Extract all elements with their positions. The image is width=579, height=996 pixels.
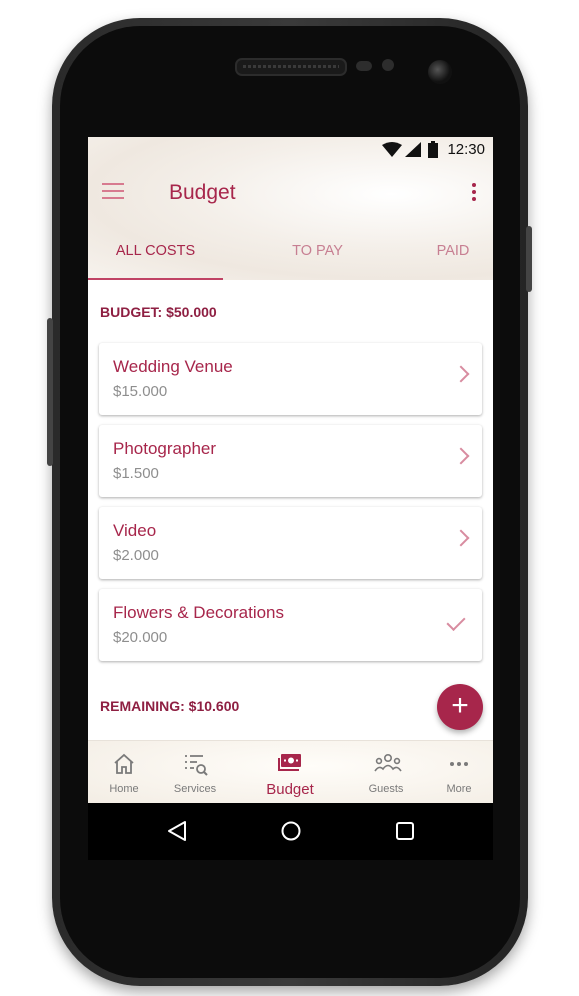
more-horiz-icon (450, 762, 468, 766)
chevron-right-icon (452, 447, 470, 465)
home-circle-icon[interactable] (280, 820, 302, 842)
power-button (526, 226, 532, 292)
volume-button (47, 318, 53, 466)
proximity-sensor (356, 61, 372, 71)
add-cost-button[interactable]: + (437, 684, 483, 730)
nav-guests[interactable]: Guests (350, 741, 422, 804)
item-name: Photographer (113, 439, 217, 458)
light-sensor (382, 59, 394, 71)
nav-services[interactable]: Services (159, 741, 231, 804)
tab-to-pay[interactable]: TO PAY (250, 227, 385, 280)
earpiece-speaker (235, 58, 347, 76)
budget-money-icon (278, 754, 301, 771)
nav-budget-label: Budget (266, 781, 314, 798)
nav-more[interactable]: More (423, 741, 493, 804)
recents-square-icon[interactable] (394, 820, 416, 842)
list-item[interactable]: Video $2.000 (99, 507, 482, 579)
check-icon (446, 611, 466, 632)
list-item[interactable]: Flowers & Decorations $20.000 (99, 589, 482, 661)
nav-services-label: Services (173, 783, 217, 795)
budget-list: BUDGET: $50.000 Wedding Venue $15.000 Ph… (88, 280, 493, 740)
item-name: Video (113, 521, 157, 540)
item-amount: $20.000 (113, 629, 168, 646)
nav-guests-label: Guests (368, 783, 404, 795)
screen: 12:30 Budget ALL COSTS TO PAY PAID BUDGE… (88, 137, 493, 860)
chevron-right-icon (452, 529, 470, 547)
list-item[interactable]: Photographer $1.500 (99, 425, 482, 497)
front-camera (428, 60, 452, 84)
more-vert-icon[interactable] (471, 183, 477, 205)
tab-bar: ALL COSTS TO PAY PAID (88, 227, 493, 280)
app-bar: Budget (88, 161, 493, 227)
item-name: Wedding Venue (113, 357, 233, 376)
signal-icon (405, 141, 422, 157)
item-amount: $2.000 (113, 547, 159, 564)
nav-budget[interactable]: Budget (254, 741, 326, 804)
services-search-icon (185, 755, 208, 776)
guests-group-icon (374, 753, 402, 772)
remaining-total: REMAINING: $10.600 (100, 698, 240, 714)
list-item[interactable]: Wedding Venue $15.000 (99, 343, 482, 415)
chevron-right-icon (452, 365, 470, 383)
home-icon (114, 753, 134, 774)
nav-more-label: More (446, 783, 472, 795)
tab-paid[interactable]: PAID (388, 227, 493, 280)
wifi-icon (382, 141, 403, 157)
item-amount: $1.500 (113, 465, 159, 482)
back-icon[interactable] (166, 820, 188, 842)
nav-home-label: Home (109, 783, 139, 795)
item-name: Flowers & Decorations (113, 603, 285, 622)
status-time: 12:30 (447, 140, 485, 158)
system-navigation-bar (88, 803, 493, 860)
status-bar: 12:30 (88, 137, 493, 161)
battery-icon (428, 140, 439, 158)
tab-all-costs[interactable]: ALL COSTS (88, 227, 223, 280)
page-title: Budget (169, 181, 236, 204)
hamburger-menu-icon[interactable] (102, 183, 124, 201)
item-amount: $15.000 (113, 383, 168, 400)
bottom-navigation: Home Services Budget Guests More (88, 740, 493, 804)
budget-total: BUDGET: $50.000 (100, 304, 217, 320)
nav-home[interactable]: Home (88, 741, 160, 804)
